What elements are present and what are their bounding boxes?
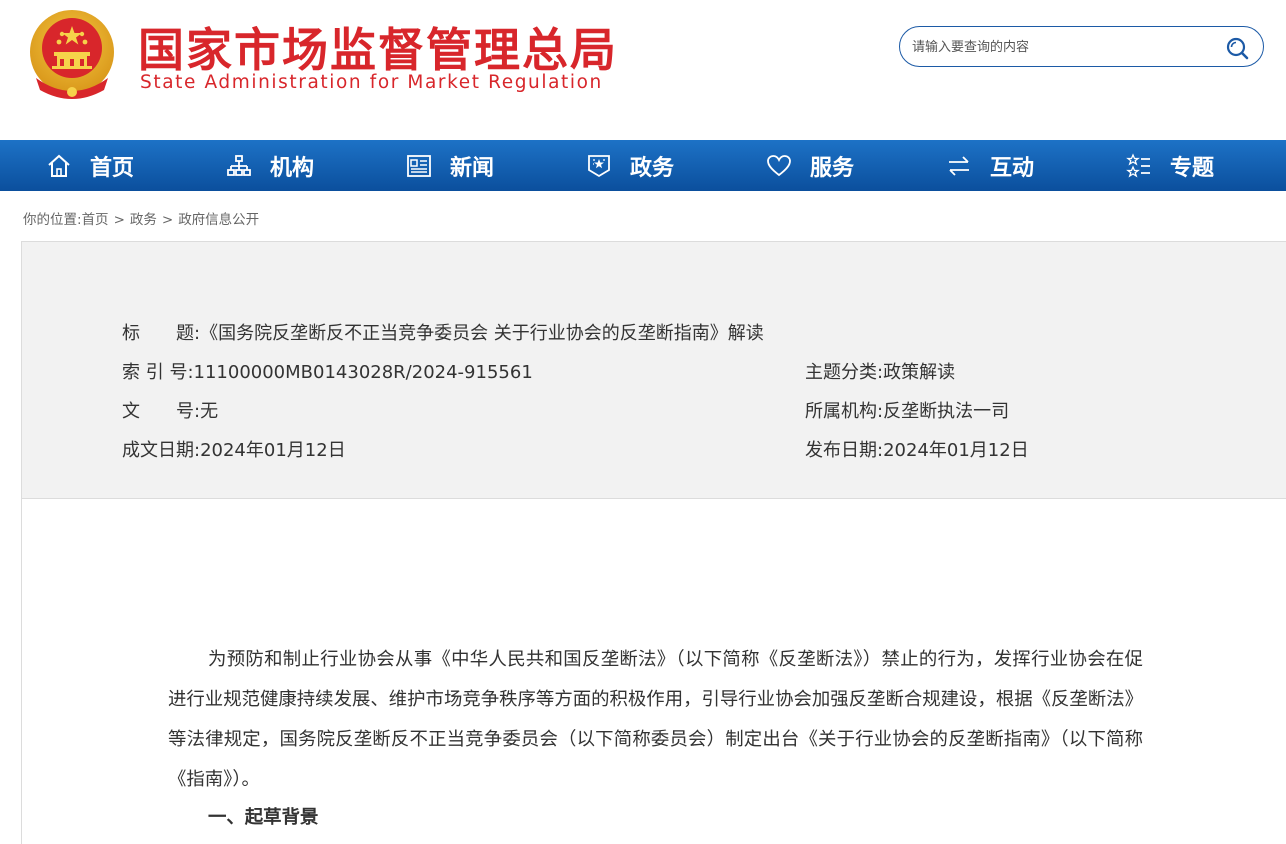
info-written-date-value: 2024年01月12日 (200, 440, 346, 461)
breadcrumb: 你的位置:首页 > 政务 > 政府信息公开 (23, 208, 259, 228)
info-title-row: 标 题:《国务院反垄断反不正当竞争委员会 关于行业协会的反垄断指南》解读 (122, 319, 764, 345)
nav-item-gov[interactable]: 政务 (586, 140, 674, 191)
info-topic-label: 主题分类: (805, 362, 884, 383)
info-topic-row: 主题分类:政策解读 (805, 358, 955, 384)
nav-item-news[interactable]: 新闻 (406, 140, 494, 191)
nav-label-home: 首页 (90, 155, 135, 181)
nav-item-interact[interactable]: 互动 (946, 140, 1034, 191)
search-icon[interactable] (1225, 36, 1249, 60)
info-docno-label: 文 号: (122, 401, 201, 422)
site-title-en[interactable]: State Administration for Market Regulati… (140, 72, 603, 93)
national-emblem-icon[interactable] (26, 8, 118, 104)
breadcrumb-prefix: 你的位置: (23, 212, 82, 228)
info-title-value: 《国务院反垄断反不正当竞争委员会 关于行业协会的反垄断指南》解读 (200, 323, 764, 344)
info-publish-date-value: 2024年01月12日 (883, 440, 1029, 461)
government-icon (588, 154, 610, 177)
info-docno-row: 文 号:无 (122, 397, 218, 423)
site-title-cn[interactable]: 国家市场监督管理总局 (138, 14, 618, 80)
info-written-date-row: 成文日期:2024年01月12日 (122, 436, 346, 462)
main-nav: 首页 机构 新闻 政务 服务 互动 专题 (0, 140, 1286, 191)
search-box (899, 26, 1264, 67)
nav-item-org[interactable]: 机构 (226, 140, 314, 191)
breadcrumb-separator: > (161, 212, 174, 228)
info-docno-value: 无 (200, 401, 219, 422)
nav-label-topics: 专题 (1170, 155, 1215, 181)
nav-label-org: 机构 (270, 155, 315, 181)
home-icon (48, 154, 70, 177)
breadcrumb-separator: > (113, 212, 125, 228)
info-org-value: 反垄断执法一司 (883, 401, 1010, 422)
info-written-date-label: 成文日期: (122, 440, 201, 461)
nav-label-interact: 互动 (990, 155, 1035, 181)
breadcrumb-link-gov[interactable]: 政务 (130, 212, 157, 228)
info-index-label: 索 引 号: (122, 362, 194, 383)
article-paragraph: 为预防和制止行业协会从事《中华人民共和国反垄断法》（以下简称《反垄断法》）禁止的… (168, 649, 1143, 790)
heart-icon (767, 154, 791, 176)
topics-icon (1126, 152, 1150, 177)
nav-label-gov: 政务 (630, 155, 675, 181)
info-index-row: 索 引 号:11100000MB0143028R/2024-915561 (122, 358, 533, 384)
nav-item-home[interactable]: 首页 (46, 140, 134, 191)
site-header: 国家市场监督管理总局 State Administration for Mark… (0, 0, 1286, 140)
nav-item-service[interactable]: 服务 (766, 140, 854, 191)
info-org-label: 所属机构: (805, 401, 884, 422)
breadcrumb-link-disclosure[interactable]: 政府信息公开 (178, 212, 259, 228)
info-publish-date-label: 发布日期: (805, 440, 884, 461)
nav-label-news: 新闻 (450, 155, 495, 181)
nav-label-service: 服务 (810, 155, 855, 181)
info-index-value: 11100000MB0143028R/2024-915561 (193, 362, 533, 383)
breadcrumb-link-home[interactable]: 首页 (82, 212, 109, 228)
search-input[interactable] (912, 36, 1212, 58)
info-topic-value: 政策解读 (883, 362, 956, 383)
info-org-row: 所属机构:反垄断执法一司 (805, 397, 1009, 423)
info-publish-date-row: 发布日期:2024年01月12日 (805, 436, 1029, 462)
info-title-label: 标 题: (122, 323, 201, 344)
org-chart-icon (227, 154, 251, 176)
news-icon (407, 154, 431, 177)
section-heading: 一、起草背景 (208, 807, 319, 828)
exchange-icon (949, 155, 969, 176)
nav-item-topics[interactable]: 专题 (1126, 140, 1214, 191)
